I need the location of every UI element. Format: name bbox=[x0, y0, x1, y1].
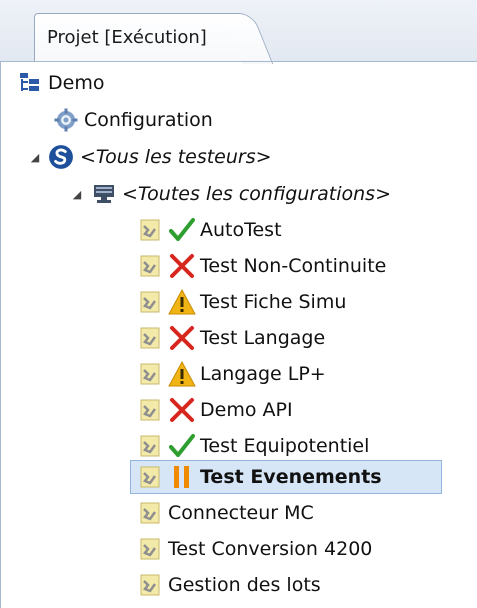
expand-arrow-icon[interactable]: ◢ bbox=[28, 140, 42, 174]
tree-node-all-configurations[interactable]: ◢ <Toutes les configurations> bbox=[70, 177, 391, 211]
test-file-icon bbox=[140, 466, 160, 488]
warning-icon bbox=[168, 360, 196, 387]
test-file-icon bbox=[140, 219, 160, 241]
tree-item-label: Test Non-Continuite bbox=[200, 255, 387, 277]
test-file-icon bbox=[140, 538, 160, 560]
gear-icon bbox=[54, 108, 78, 132]
tree-item-label: AutoTest bbox=[200, 219, 282, 241]
tree-item-test-non-continuite[interactable]: Test Non-Continuite bbox=[138, 249, 386, 283]
tree-item-label: Test Fiche Simu bbox=[200, 291, 347, 313]
test-file-icon bbox=[140, 574, 160, 596]
check-icon bbox=[169, 218, 195, 241]
cross-icon bbox=[170, 398, 194, 422]
tree-node-demo[interactable]: Demo bbox=[18, 66, 104, 100]
tree-item-test-conversion-4200[interactable]: Test Conversion 4200 bbox=[138, 532, 372, 566]
tab-corner bbox=[221, 13, 274, 64]
tab-projet-execution[interactable]: Projet [Exécution] bbox=[34, 13, 274, 64]
test-file-icon bbox=[140, 363, 160, 385]
tree-item-autotest[interactable]: AutoTest bbox=[138, 213, 282, 247]
tree-node-label: Demo bbox=[48, 72, 105, 94]
test-file-icon bbox=[140, 291, 160, 313]
tree-item-label: Gestion des lots bbox=[168, 574, 321, 596]
tree-item-label: Test Evenements bbox=[200, 466, 382, 488]
test-bench-icon bbox=[94, 185, 114, 203]
tree-node-configuration[interactable]: Configuration bbox=[54, 103, 213, 137]
test-file-icon bbox=[140, 399, 160, 421]
tree-item-connecteur-mc[interactable]: Connecteur MC bbox=[138, 496, 314, 530]
expand-arrow-icon[interactable]: ◢ bbox=[70, 177, 84, 211]
tree-item-test-equipotentiel[interactable]: Test Equipotentiel bbox=[138, 429, 369, 463]
tree-node-label: <Tous les testeurs> bbox=[80, 146, 272, 168]
project-tree: Demo Configuration ◢ <Tous les testeurs>… bbox=[0, 62, 477, 608]
tree-item-label: Demo API bbox=[200, 399, 293, 421]
tree-item-label: Test Conversion 4200 bbox=[168, 538, 373, 560]
tree-item-demo-api[interactable]: Demo API bbox=[138, 393, 293, 427]
test-file-icon bbox=[140, 435, 160, 457]
test-file-icon bbox=[140, 255, 160, 277]
test-file-icon bbox=[140, 502, 160, 524]
warning-icon bbox=[168, 288, 196, 315]
tree-node-label: <Toutes les configurations> bbox=[122, 183, 391, 205]
tree-item-label: Test Equipotentiel bbox=[200, 435, 370, 457]
tree-item-langage-lp[interactable]: Langage LP+ bbox=[138, 357, 326, 391]
tree-item-label: Langage LP+ bbox=[200, 363, 326, 385]
tree-item-test-langage[interactable]: Test Langage bbox=[138, 321, 325, 355]
tester-logo-icon bbox=[49, 145, 73, 169]
check-icon bbox=[169, 434, 195, 457]
tree-item-gestion-des-lots[interactable]: Gestion des lots bbox=[138, 568, 321, 602]
pause-icon bbox=[174, 466, 189, 488]
tree-node-label: Configuration bbox=[84, 109, 213, 131]
cross-icon bbox=[170, 254, 194, 278]
tree-item-label: Test Langage bbox=[200, 327, 326, 349]
test-file-icon bbox=[140, 327, 160, 349]
tree-item-test-evenements[interactable]: Test Evenements bbox=[138, 460, 382, 494]
tree-item-label: Connecteur MC bbox=[168, 502, 314, 524]
tree-node-all-testers[interactable]: ◢ <Tous les testeurs> bbox=[28, 140, 272, 174]
tab-strip: Projet [Exécution] bbox=[0, 0, 477, 64]
tab-label: Projet [Exécution] bbox=[47, 27, 207, 48]
tree-item-test-fiche-simu[interactable]: Test Fiche Simu bbox=[138, 285, 346, 319]
cross-icon bbox=[170, 326, 194, 350]
project-tree-icon bbox=[20, 73, 39, 91]
